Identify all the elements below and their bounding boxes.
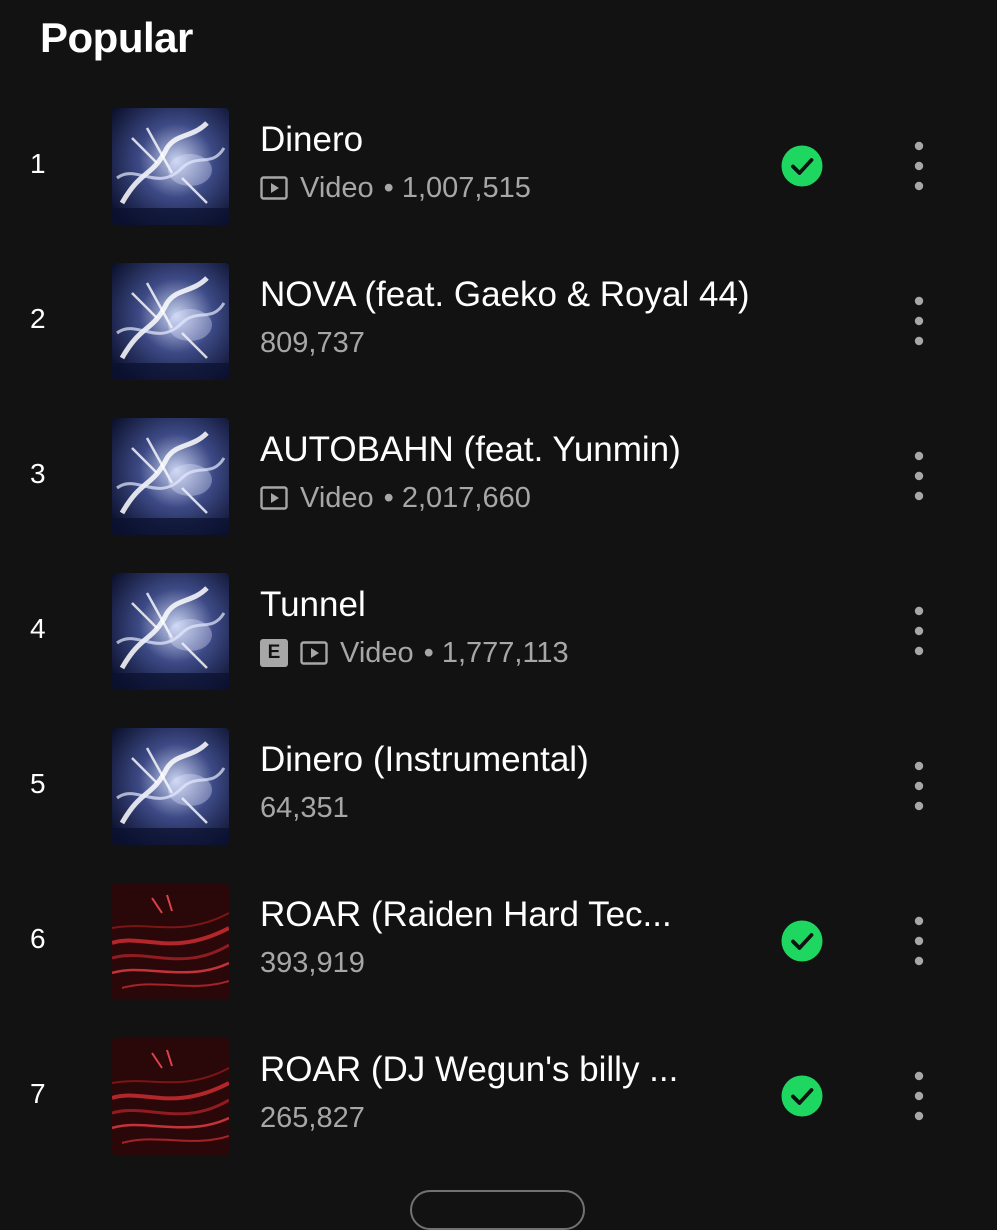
track-meta: E Video • 1,777,113 <box>260 635 760 671</box>
track-row-4[interactable]: 4 Tunnel E Video • 1,777,113 <box>0 573 997 693</box>
more-options-button[interactable] <box>898 759 940 813</box>
album-cover <box>112 573 229 690</box>
album-cover <box>112 263 229 380</box>
track-row-3[interactable]: 3 AUTOBAHN (feat. Yunmin) Video • 2,017,… <box>0 418 997 538</box>
section-heading: Popular <box>40 14 193 61</box>
track-title: Dinero (Instrumental) <box>260 740 589 779</box>
play-count: 64,351 <box>260 791 349 824</box>
track-rank: 3 <box>30 458 46 489</box>
track-meta: Video • 1,007,515 <box>260 170 760 206</box>
track-meta: 809,737 <box>260 325 760 361</box>
video-label: Video <box>300 171 374 204</box>
track-rank: 2 <box>30 303 46 334</box>
separator-dot: • <box>383 481 394 514</box>
track-meta: 64,351 <box>260 790 760 826</box>
album-cover <box>112 1038 229 1155</box>
album-cover <box>112 108 229 225</box>
track-meta: Video • 2,017,660 <box>260 480 760 516</box>
track-row-2[interactable]: 2 NOVA (feat. Gaeko & Royal 44) 809,737 <box>0 263 997 383</box>
more-options-button[interactable] <box>898 914 940 968</box>
video-label: Video <box>340 636 414 669</box>
saved-check-icon[interactable] <box>781 1075 823 1117</box>
more-options-button[interactable] <box>898 139 940 193</box>
album-cover <box>112 418 229 535</box>
track-rank: 4 <box>30 613 46 644</box>
saved-check-icon[interactable] <box>781 145 823 187</box>
video-play-icon <box>300 641 328 665</box>
saved-check-icon[interactable] <box>781 920 823 962</box>
explicit-badge: E <box>260 639 288 667</box>
more-options-button[interactable] <box>898 1069 940 1123</box>
play-count: 809,737 <box>260 326 365 359</box>
see-more-button[interactable] <box>410 1190 585 1230</box>
more-options-button[interactable] <box>898 449 940 503</box>
more-options-button[interactable] <box>898 294 940 348</box>
video-play-icon <box>260 176 288 200</box>
track-row-5[interactable]: 5 Dinero (Instrumental) 64,351 <box>0 728 997 848</box>
track-title: ROAR (Raiden Hard Tec... <box>260 895 672 934</box>
track-title: AUTOBAHN (feat. Yunmin) <box>260 430 681 469</box>
track-row-1[interactable]: 1 Dinero Video • 1,007,515 <box>0 108 997 228</box>
track-title: Tunnel <box>260 585 366 624</box>
track-rank: 6 <box>30 923 46 954</box>
track-meta: 393,919 <box>260 945 760 981</box>
track-row-7[interactable]: 7 ROAR (DJ Wegun's billy ... 265,827 <box>0 1038 997 1158</box>
video-label: Video <box>300 481 374 514</box>
more-options-button[interactable] <box>898 604 940 658</box>
video-play-icon <box>260 486 288 510</box>
play-count: 2,017,660 <box>401 481 531 514</box>
track-row-6[interactable]: 6 ROAR (Raiden Hard Tec... 393,919 <box>0 883 997 1003</box>
track-meta: 265,827 <box>260 1100 760 1136</box>
track-rank: 5 <box>30 768 46 799</box>
play-count: 265,827 <box>260 1101 365 1134</box>
track-title: ROAR (DJ Wegun's billy ... <box>260 1050 679 1089</box>
play-count: 1,007,515 <box>401 171 531 204</box>
track-title: NOVA (feat. Gaeko & Royal 44) <box>260 275 750 314</box>
separator-dot: • <box>383 171 394 204</box>
separator-dot: • <box>423 636 434 669</box>
track-rank: 1 <box>30 148 46 179</box>
track-rank: 7 <box>30 1078 46 1109</box>
album-cover <box>112 883 229 1000</box>
album-cover <box>112 728 229 845</box>
play-count: 393,919 <box>260 946 365 979</box>
play-count: 1,777,113 <box>441 636 569 669</box>
track-title: Dinero <box>260 120 364 159</box>
